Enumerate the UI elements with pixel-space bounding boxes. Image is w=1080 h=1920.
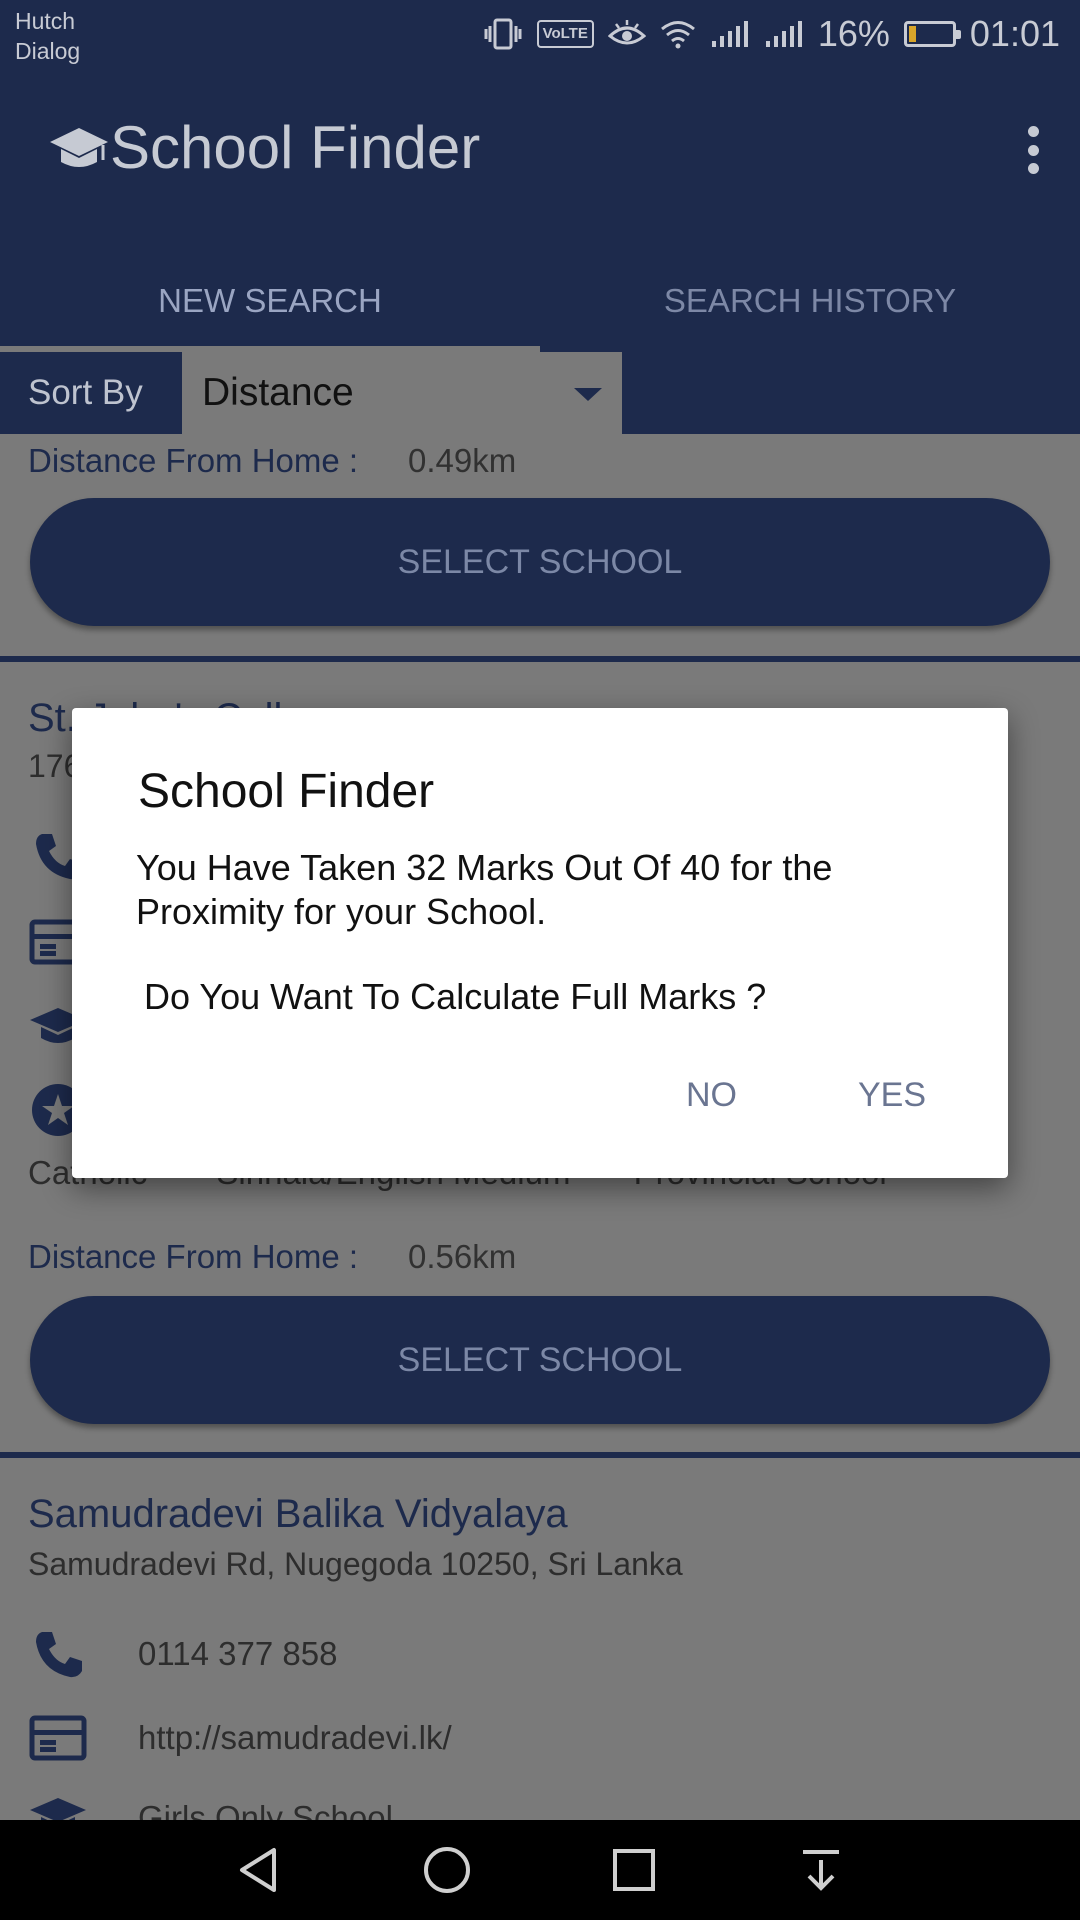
select-school-button[interactable]: SELECT SCHOOL [30, 498, 1050, 626]
app-bar: School Finder NEW SEARCH SEARCH HISTORY [0, 68, 1080, 352]
carrier-line-2: Dialog [15, 38, 81, 64]
school-category: Girls Only School [138, 1799, 393, 1820]
app-title: School Finder [110, 114, 481, 181]
battery-level [908, 26, 917, 42]
yes-button[interactable]: YES [858, 1076, 926, 1115]
status-bar: Hutch Dialog VoLTE 16% 01:01 [0, 0, 1080, 68]
card-separator [0, 1452, 1080, 1458]
recents-icon[interactable] [606, 1842, 662, 1898]
graduation-cap-icon [30, 1798, 86, 1820]
distance-label: Distance From Home : [28, 1238, 359, 1275]
confirm-dialog: School Finder You Have Taken 32 Marks Ou… [72, 708, 1008, 1178]
signal-icon [765, 21, 802, 47]
home-icon[interactable] [419, 1842, 475, 1898]
back-icon[interactable] [232, 1842, 288, 1898]
tab-bar: NEW SEARCH SEARCH HISTORY [0, 250, 1080, 352]
carrier-label: Hutch Dialog [15, 6, 80, 66]
clock: 01:01 [969, 13, 1060, 54]
phone-number: 0114 377 858 [138, 1635, 338, 1672]
graduation-cap-icon [50, 128, 108, 167]
dialog-message: You Have Taken 32 Marks Out Of 40 for th… [136, 847, 833, 932]
distance-row: Distance From Home : 0.56km [28, 1238, 516, 1276]
volte-icon: VoLTE [536, 20, 594, 48]
distance-label: Distance From Home : [28, 442, 359, 479]
battery-icon [903, 21, 961, 47]
no-button[interactable]: NO [686, 1076, 737, 1115]
distance-value: 0.56km [408, 1238, 517, 1275]
distance-value: 0.49km [408, 442, 517, 479]
chevron-down-icon [574, 388, 602, 401]
phone-icon [36, 1632, 82, 1678]
sort-value: Distance [202, 371, 354, 414]
carrier-line-1: Hutch [15, 8, 76, 34]
notification-pull-icon[interactable] [793, 1842, 849, 1898]
phone-row[interactable]: 0114 377 858 [28, 1624, 337, 1684]
website-link: http://samudradevi.lk/ [138, 1719, 452, 1756]
sort-bar: Sort By Distance [0, 352, 1080, 434]
web-icon [29, 1715, 87, 1761]
card-separator [0, 656, 1080, 662]
sort-dropdown[interactable]: Distance [182, 352, 622, 434]
more-vert-icon[interactable] [1018, 118, 1048, 182]
battery-percent: 16% [817, 13, 890, 54]
eye-icon [607, 20, 646, 45]
school-name: Samudradevi Balika Vidyalaya [28, 1492, 568, 1536]
wifi-icon [660, 21, 695, 49]
sort-label: Sort By [28, 373, 143, 412]
school-address: Samudradevi Rd, Nugegoda 10250, Sri Lank… [28, 1546, 683, 1582]
dialog-question: Do You Want To Calculate Full Marks ? [144, 976, 767, 1017]
navigation-bar [0, 1820, 1080, 1920]
tab-new-search[interactable]: NEW SEARCH [0, 250, 540, 352]
dialog-title: School Finder [138, 765, 435, 818]
tab-search-history[interactable]: SEARCH HISTORY [540, 250, 1080, 352]
signal-icon [711, 21, 748, 47]
select-school-button[interactable]: SELECT SCHOOL [30, 1296, 1050, 1424]
website-row[interactable]: http://samudradevi.lk/ [28, 1708, 452, 1768]
status-icons: VoLTE 16% 01:01 [483, 10, 1060, 58]
distance-row: Distance From Home : 0.49km [28, 442, 516, 480]
vibrate-icon [484, 18, 522, 50]
category-row: Girls Only School [28, 1788, 393, 1820]
